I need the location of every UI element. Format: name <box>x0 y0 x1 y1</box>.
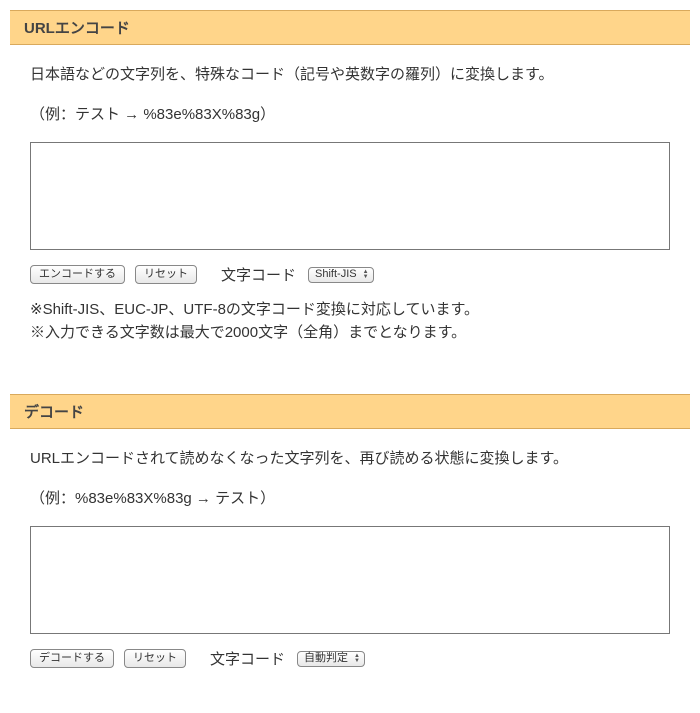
encode-note-2: ※入力できる文字数は最大で2000文字（全角）までとなります。 <box>30 322 670 345</box>
decode-input[interactable] <box>30 526 670 634</box>
encode-header: URLエンコード <box>10 10 690 45</box>
decode-header-text: デコード <box>24 404 84 421</box>
decode-charset-label: 文字コード <box>210 648 285 669</box>
encode-charset-label: 文字コード <box>221 264 296 285</box>
encode-body: 日本語などの文字列を、特殊なコード（記号や英数字の羅列）に変換します。 （例：テ… <box>10 63 690 364</box>
encode-header-text: URLエンコード <box>24 20 130 37</box>
decode-example: （例：%83e%83X%83g → テスト） <box>30 487 670 508</box>
select-arrows-icon: ▲▼ <box>363 270 369 280</box>
decode-charset-value: 自動判定 <box>304 650 348 667</box>
encode-input[interactable] <box>30 142 670 250</box>
encode-button[interactable]: エンコードする <box>30 265 125 284</box>
decode-body: URLエンコードされて読めなくなった文字列を、再び読める状態に変換します。 （例… <box>10 447 690 703</box>
encode-reset-button[interactable]: リセット <box>135 265 197 284</box>
decode-description: URLエンコードされて読めなくなった文字列を、再び読める状態に変換します。 <box>30 447 670 471</box>
decode-controls: デコードする リセット 文字コード 自動判定 ▲▼ <box>30 648 670 669</box>
encode-controls: エンコードする リセット 文字コード Shift-JIS ▲▼ <box>30 264 670 285</box>
encode-charset-value: Shift-JIS <box>315 266 357 283</box>
encode-charset-select[interactable]: Shift-JIS ▲▼ <box>308 267 374 283</box>
decode-reset-button[interactable]: リセット <box>124 649 186 668</box>
decode-button[interactable]: デコードする <box>30 649 114 668</box>
select-arrows-icon: ▲▼ <box>354 654 360 664</box>
encode-note-1: ※Shift-JIS、EUC-JP、UTF-8の文字コード変換に対応しています。 <box>30 299 670 322</box>
decode-header: デコード <box>10 394 690 429</box>
encode-example: （例：テスト → %83e%83X%83g） <box>30 103 670 124</box>
decode-charset-select[interactable]: 自動判定 ▲▼ <box>297 651 365 667</box>
encode-description: 日本語などの文字列を、特殊なコード（記号や英数字の羅列）に変換します。 <box>30 63 670 87</box>
